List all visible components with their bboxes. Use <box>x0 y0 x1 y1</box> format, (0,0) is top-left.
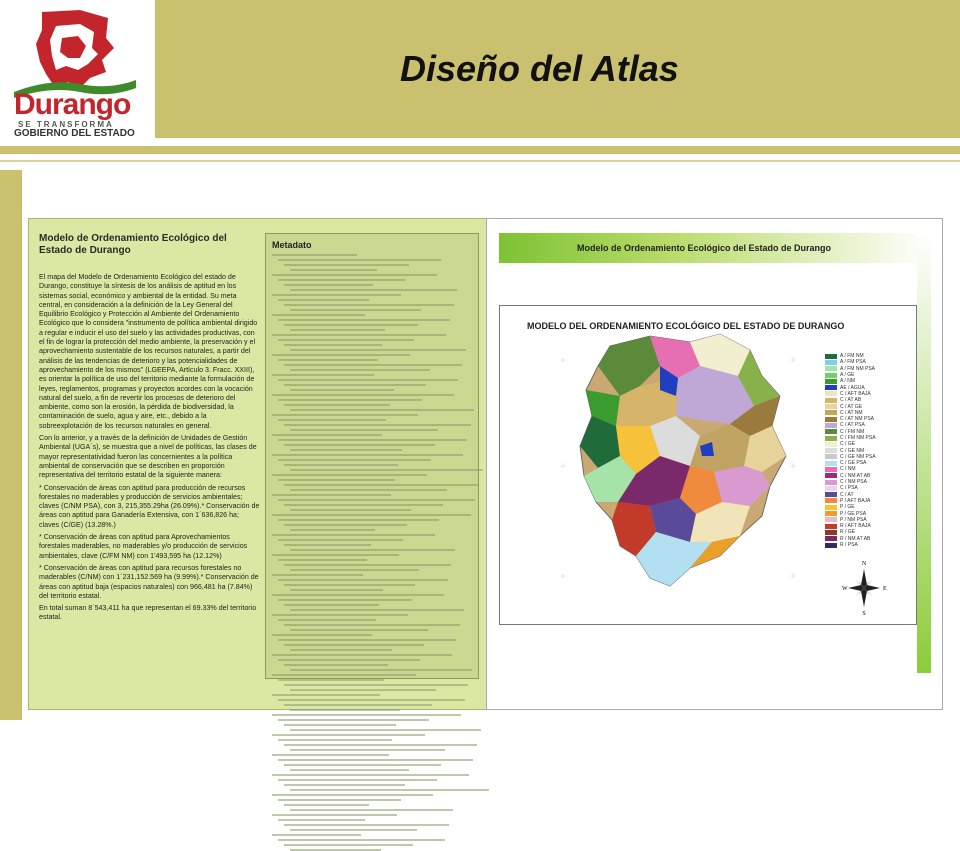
legend-label: C / AFT BAJA <box>840 390 871 397</box>
legend-swatch <box>825 391 837 397</box>
legend-label: C / AT <box>840 491 854 498</box>
legend-swatch <box>825 422 837 428</box>
legend-swatch <box>825 485 837 491</box>
legend-swatch <box>825 454 837 460</box>
description-paragraph: Con lo anterior, y a través de la defini… <box>39 434 257 480</box>
legend-swatch <box>825 416 837 422</box>
legend-label: R / NM AT AB <box>840 535 871 542</box>
legend-swatch <box>825 460 837 466</box>
description-paragraph: * Conservación de áreas con aptitud para… <box>39 533 248 560</box>
legend-swatch <box>825 492 837 498</box>
legend-swatch <box>825 359 837 365</box>
legend-label: C / AT GE <box>840 403 863 410</box>
description-paragraph: El mapa del Modelo de Ordenamiento Ecoló… <box>39 273 258 430</box>
legend-label: R / PSA <box>840 542 858 549</box>
map-side-band <box>917 233 931 673</box>
legend-swatch <box>825 397 837 403</box>
legend-swatch <box>825 473 837 479</box>
legend-label: C / AT PSA <box>840 422 865 429</box>
description-column: Modelo de Ordenamiento Ecológico del Est… <box>39 233 261 626</box>
legend-label: P / GE <box>840 504 855 511</box>
legend-label: R / AFT BAJA <box>840 523 871 530</box>
legend-item: R / PSA <box>825 542 911 548</box>
legend-swatch <box>825 511 837 517</box>
slide-title: Diseño del Atlas <box>400 48 679 89</box>
compass-n: N <box>862 561 867 567</box>
legend-label: A / GE <box>840 372 855 379</box>
legend-label: AE / AGUA <box>840 384 865 391</box>
legend-label: A / NM <box>840 378 856 385</box>
description-paragraph: * Conservación de áreas con aptitud para… <box>39 483 260 529</box>
legend-swatch <box>825 479 837 485</box>
legend-swatch <box>825 441 837 447</box>
legend-label: C / GE PSA <box>840 460 867 467</box>
legend-label: P / AFT BAJA <box>840 497 871 504</box>
legend-swatch <box>825 385 837 391</box>
description-paragraph: En total suman 8´543,411 ha que represen… <box>39 604 257 622</box>
legend-swatch <box>825 529 837 535</box>
map-panel: Modelo de Ordenamiento Ecológico del Est… <box>486 218 943 710</box>
legend-label: C / GE <box>840 441 856 448</box>
logo-name: Durango <box>14 88 131 121</box>
legend-label: A / FM PSA <box>840 359 866 366</box>
legend-label: P / GE PSA <box>840 510 867 517</box>
legend-label: C / NM <box>840 466 856 473</box>
legend-swatch <box>825 542 837 548</box>
metadata-text-block <box>266 254 490 851</box>
legend-label: C / NM PSA <box>840 479 867 486</box>
legend-swatch <box>825 404 837 410</box>
legend-label: C / GE NM <box>840 447 865 454</box>
legend-swatch <box>825 378 837 384</box>
legend-swatch <box>825 466 837 472</box>
legend-label: C / NM AT AB <box>840 472 871 479</box>
state-shape-icon <box>14 10 136 98</box>
metadata-box: Metadato <box>265 233 490 851</box>
description-heading: Modelo de Ordenamiento Ecológico del Est… <box>39 233 227 256</box>
legend-label: P / NM PSA <box>840 516 867 523</box>
legend-label: A / FM NM <box>840 353 864 360</box>
map-title: MODELO DEL ORDENAMIENTO ECOLÓGICO DEL ES… <box>527 321 845 331</box>
compass-rose-icon: N S W E <box>842 561 887 617</box>
legend-swatch <box>825 429 837 435</box>
legend-label: C / FM NM <box>840 428 865 435</box>
header-divider <box>0 146 960 154</box>
legend-label: C / FM NM PSA <box>840 435 876 441</box>
legend-label: R / GE <box>840 529 856 536</box>
legend-swatch <box>825 517 837 523</box>
compass-e: E <box>883 586 887 592</box>
legend-swatch <box>825 504 837 510</box>
map-legend: A / FM NM A / FM PSA A / FM NM PSA A / GE A … <box>825 353 911 548</box>
legend-swatch <box>825 448 837 454</box>
legend-label: C / GE NM PSA <box>840 453 876 460</box>
legend-label: C / AT AB <box>840 397 862 404</box>
legend-swatch <box>825 410 837 416</box>
legend-swatch <box>825 353 837 359</box>
text-panel: Modelo de Ordenamiento Ecológico del Est… <box>28 218 490 851</box>
description-paragraph: * Conservación de áreas con aptitud para… <box>39 563 259 600</box>
legend-swatch <box>825 435 837 441</box>
legend-swatch <box>825 372 837 378</box>
header-divider-thin <box>0 160 960 162</box>
legend-label: C / AT NM <box>840 409 863 416</box>
legend-swatch <box>825 536 837 542</box>
legend-label: C / AT NM PSA <box>840 416 874 423</box>
compass-w: W <box>842 586 848 592</box>
compass-s: S <box>862 611 865 617</box>
map-panel-header: Modelo de Ordenamiento Ecológico del Est… <box>577 243 832 253</box>
left-accent-strip <box>0 170 22 720</box>
logo-government: GOBIERNO DEL ESTADO <box>14 128 135 139</box>
metadata-heading: Metadato <box>272 240 312 250</box>
legend-swatch <box>825 523 837 529</box>
legend-label: C / PSA <box>840 485 858 492</box>
legend-label: A / FM NM PSA <box>840 365 876 372</box>
legend-swatch <box>825 366 837 372</box>
legend-swatch <box>825 498 837 504</box>
